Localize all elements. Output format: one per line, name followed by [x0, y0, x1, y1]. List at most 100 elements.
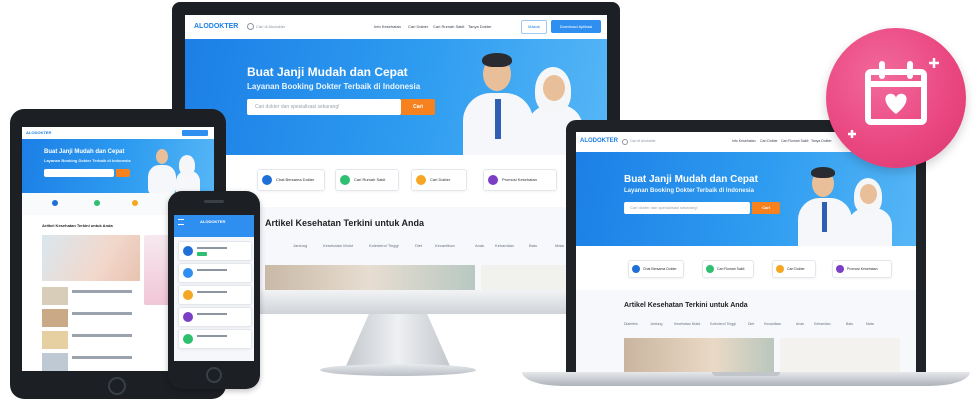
phone-service-item[interactable]: [178, 241, 252, 261]
laptop-hero-title: Buat Janji Mudah dan Cepat: [624, 174, 758, 185]
category-tab[interactable]: Kehamilan: [495, 243, 514, 248]
calendar-heart-icon: [848, 58, 939, 138]
service-doctor[interactable]: Cari Dokter: [411, 169, 467, 191]
hospital-icon: [183, 268, 193, 278]
category-tab[interactable]: Kecantikan: [435, 243, 455, 248]
phone-service-item[interactable]: [178, 307, 252, 327]
doctor-icon: [132, 200, 138, 206]
laptop-services-row: Chat Bersama Dokter Cari Rumah Sakit Car…: [576, 246, 916, 290]
tablet-articles-heading: Artikel Kesehatan Terkini untuk Anda: [42, 223, 113, 228]
chat-icon: [632, 265, 640, 274]
category-tab[interactable]: Diet: [415, 243, 422, 248]
laptop-brand[interactable]: ALODOKTER: [580, 138, 618, 144]
laptop-nav-link[interactable]: Cari Rumah Sakit: [781, 139, 808, 143]
laptop-nav-link[interactable]: Info Kesehatan: [732, 139, 756, 143]
phone-appbar: ALODOKTER: [174, 215, 254, 237]
tablet-home-button[interactable]: [108, 377, 126, 395]
article-image: [265, 265, 475, 292]
menu-icon[interactable]: [178, 219, 184, 225]
service-promo[interactable]: Promosi Kesehatan: [483, 169, 557, 191]
brand-logo[interactable]: ALODOKTER: [194, 23, 238, 30]
hero-search-button[interactable]: Cari: [401, 99, 435, 115]
service-label: Cari Dokter: [430, 177, 451, 182]
desktop-hero: Buat Janji Mudah dan Cepat Layanan Booki…: [185, 39, 607, 155]
phone-home-button[interactable]: [206, 367, 222, 383]
laptop-service-hospital[interactable]: Cari Rumah Sakit: [702, 260, 754, 278]
category-tab[interactable]: Batu: [846, 322, 853, 326]
laptop-nav-link[interactable]: Cari Dokter: [760, 139, 778, 143]
category-tab[interactable]: Diet: [748, 322, 754, 326]
hero-title: Buat Janji Mudah dan Cepat: [247, 65, 408, 79]
phone-service-item[interactable]: [178, 263, 252, 283]
doctor-icon: [183, 290, 193, 300]
nav-link-info[interactable]: Info Kesehatan: [374, 24, 401, 29]
laptop-screen: ALODOKTER Cari di Alodokter Info Kesehat…: [576, 132, 916, 372]
hospital-icon: [706, 265, 714, 274]
phone-speaker: [204, 200, 224, 203]
category-tab[interactable]: Kolesterol Tinggi: [710, 322, 736, 326]
promo-icon: [183, 312, 193, 322]
tablet-hero: Buat Janji Mudah dan Cepat Layanan Booki…: [22, 139, 214, 193]
phone-service-item[interactable]: [178, 285, 252, 305]
category-tab[interactable]: Anak: [475, 243, 484, 248]
monitor-stand: [346, 314, 450, 366]
category-tab[interactable]: Jantung: [650, 322, 662, 326]
service-label: Cari Rumah Sakit: [717, 267, 745, 271]
chat-icon: [262, 174, 272, 185]
hospital-icon: [340, 174, 350, 185]
tablet-doctor-illustration: [144, 143, 204, 193]
nav-link-tanya[interactable]: Tanya Dokter: [468, 24, 492, 29]
monitor-base: [320, 364, 476, 376]
promo-icon: [836, 265, 844, 274]
hero-search-input[interactable]: Cari dokter dan spesialisasi sekarang!: [247, 99, 401, 115]
category-tab[interactable]: Kolesterol Tinggi: [369, 243, 399, 248]
phone-service-list: [178, 241, 252, 361]
laptop-search-input[interactable]: Cari dokter dan spesialisasi sekarang!: [624, 202, 750, 214]
laptop-nav-search[interactable]: Cari di Alodokter: [630, 139, 656, 143]
category-tab[interactable]: Mata: [866, 322, 874, 326]
articles-heading: Artikel Kesehatan Terkini untuk Anda: [265, 218, 425, 228]
laptop-service-chat[interactable]: Chat Bersama Dokter: [628, 260, 684, 278]
service-label: Promosi Kesehatan: [502, 177, 537, 182]
laptop-articles-heading: Artikel Kesehatan Terkini untuk Anda: [624, 302, 748, 309]
doctor-icon: [416, 174, 426, 185]
tablet-hero-title: Buat Janji Mudah dan Cepat: [44, 149, 125, 155]
category-tab[interactable]: Batu: [529, 243, 537, 248]
chat-icon: [52, 200, 58, 206]
calendar-badge: [826, 28, 966, 168]
nav-link-dokter[interactable]: Cari Dokter: [408, 24, 428, 29]
nav-search-input[interactable]: Cari di Alodokter: [256, 24, 285, 29]
category-tab[interactable]: Kecantikan: [764, 322, 781, 326]
category-tab[interactable]: Diabetes: [624, 322, 638, 326]
phone-screen: ALODOKTER: [174, 215, 254, 361]
laptop-nav-link[interactable]: Tanya Dokter: [811, 139, 832, 143]
tablet-search-button[interactable]: [116, 169, 130, 177]
laptop-service-doctor[interactable]: Cari Dokter: [772, 260, 816, 278]
phone-service-item[interactable]: [178, 329, 252, 349]
laptop-search-button[interactable]: Cari: [752, 202, 780, 214]
category-tab[interactable]: Kesehatan Mulut: [323, 243, 353, 248]
category-tab[interactable]: Jantung: [293, 243, 307, 248]
laptop-category-tabs: Diabetes Jantung Kesehatan Mulut Koleste…: [624, 322, 916, 330]
tablet-search-input[interactable]: [44, 169, 114, 177]
tablet-download-button[interactable]: [182, 130, 208, 136]
service-chat[interactable]: Chat Bersama Dokter: [257, 169, 325, 191]
service-hospital[interactable]: Cari Rumah Sakit: [335, 169, 399, 191]
masuk-button[interactable]: Masuk: [521, 20, 547, 34]
nav-link-rs[interactable]: Cari Rumah Sakit: [433, 24, 464, 29]
laptop-hero-subtitle: Layanan Booking Dokter Terbaik di Indone…: [624, 188, 754, 194]
chat-icon: [183, 246, 193, 256]
category-tab[interactable]: Anak: [796, 322, 804, 326]
category-tab[interactable]: Kehamilan: [814, 322, 831, 326]
health-icon: [183, 334, 193, 344]
category-tabs: Jantung Kesehatan Mulut Kolesterol Tingg…: [265, 243, 605, 253]
download-app-button[interactable]: Download Aplikasi: [551, 20, 601, 33]
service-label: Chat Bersama Dokter: [276, 177, 315, 182]
phone-brand: ALODOKTER: [200, 219, 226, 224]
service-label: Cari Rumah Sakit: [354, 177, 386, 182]
laptop-notch: [712, 372, 780, 376]
category-tab[interactable]: Mata: [555, 243, 564, 248]
laptop-service-promo[interactable]: Promosi Kesehatan: [832, 260, 892, 278]
doctor-icon: [776, 265, 784, 274]
category-tab[interactable]: Kesehatan Mulut: [674, 322, 700, 326]
